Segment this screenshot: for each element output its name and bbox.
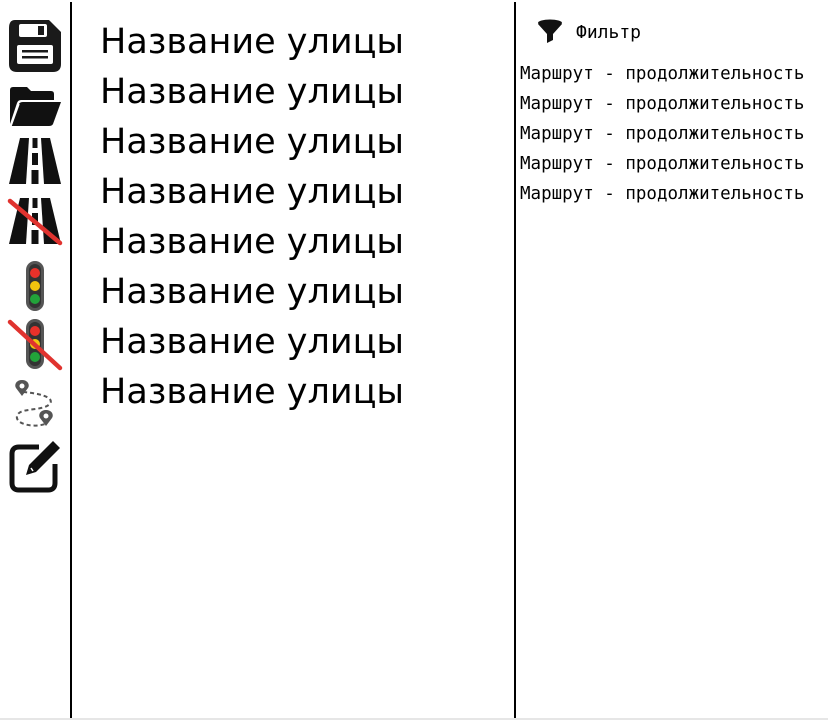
road-off-icon [7, 198, 63, 246]
open-button[interactable] [7, 78, 63, 134]
street-list-item[interactable]: Название улицы [100, 220, 510, 270]
route-icon [15, 380, 53, 427]
traffic-light-button[interactable] [7, 258, 63, 314]
road-button[interactable] [7, 134, 63, 190]
filter-button[interactable]: Фильтр [536, 17, 641, 47]
street-list-item[interactable]: Название улицы [100, 370, 510, 420]
street-list-item[interactable]: Название улицы [100, 120, 510, 170]
route-list-item[interactable]: Маршрут - продолжительность [520, 120, 828, 150]
right-divider [514, 2, 516, 718]
road-off-button[interactable] [7, 194, 63, 250]
road-icon [9, 138, 61, 184]
toolbar [0, 0, 70, 720]
route-list-item[interactable]: Маршрут - продолжительность [520, 90, 828, 120]
route-list-item[interactable]: Маршрут - продолжительность [520, 180, 828, 210]
traffic-light-off-button[interactable] [7, 316, 63, 372]
filter-label: Фильтр [576, 21, 642, 43]
open-folder-icon [10, 87, 61, 127]
route-list-item[interactable]: Маршрут - продолжительность [520, 60, 828, 90]
left-divider [70, 2, 72, 720]
street-list-item[interactable]: Название улицы [100, 270, 510, 320]
street-list-item[interactable]: Название улицы [100, 170, 510, 220]
route-button[interactable] [7, 378, 63, 434]
edit-button[interactable] [7, 438, 63, 494]
traffic-light-icon [26, 261, 44, 311]
route-list-item[interactable]: Маршрут - продолжительность [520, 150, 828, 180]
save-icon [9, 20, 61, 72]
filter-icon [538, 19, 562, 43]
edit-icon [9, 441, 60, 493]
route-list: Маршрут - продолжительность Маршрут - пр… [520, 60, 828, 210]
street-list-item[interactable]: Название улицы [100, 70, 510, 120]
traffic-light-off-icon [7, 319, 63, 371]
street-list-item[interactable]: Название улицы [100, 320, 510, 370]
save-button[interactable] [7, 18, 63, 74]
street-list-item[interactable]: Название улицы [100, 20, 510, 70]
street-list: Название улицы Название улицы Название у… [100, 20, 510, 420]
